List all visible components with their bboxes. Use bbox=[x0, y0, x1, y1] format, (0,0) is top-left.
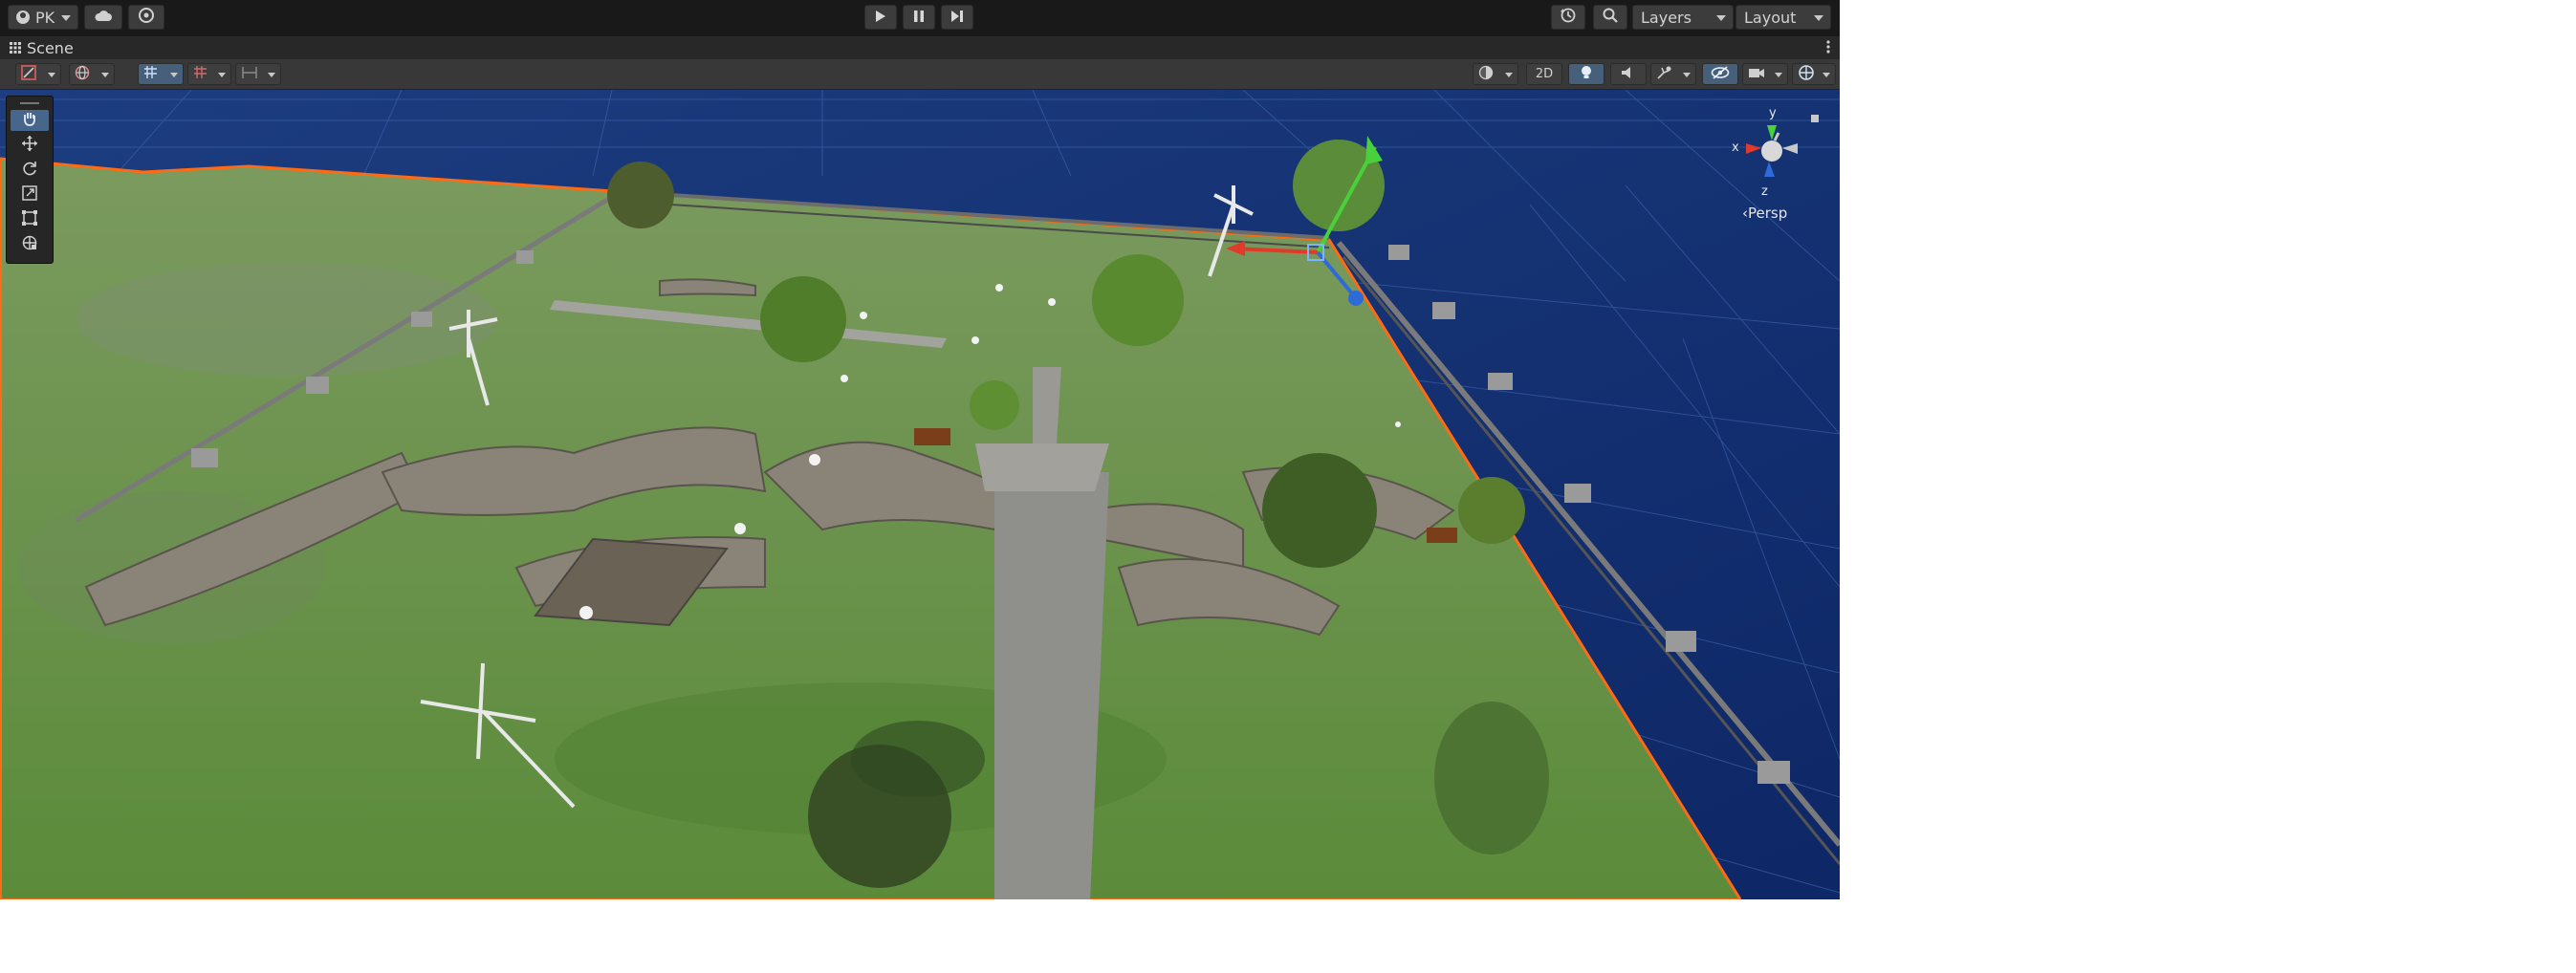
cloud-button[interactable] bbox=[84, 5, 122, 30]
bench bbox=[914, 428, 950, 445]
audio-toggle-button[interactable] bbox=[1610, 63, 1647, 85]
move-tool[interactable] bbox=[11, 135, 49, 156]
rotate-icon bbox=[21, 160, 38, 181]
projection-label[interactable]: ‹Persp bbox=[1742, 205, 1787, 222]
overlay-handle[interactable] bbox=[20, 102, 39, 104]
tab-scene[interactable]: Scene bbox=[10, 38, 74, 57]
search-icon bbox=[1602, 7, 1619, 28]
effects-dropdown[interactable] bbox=[1650, 63, 1696, 85]
render-mode-dropdown[interactable] bbox=[69, 63, 115, 85]
hand-tool[interactable] bbox=[11, 110, 49, 131]
2d-label: 2D bbox=[1535, 67, 1554, 81]
scene-tab-bar: Scene bbox=[0, 36, 1840, 59]
gizmos-dropdown[interactable] bbox=[1792, 63, 1836, 85]
increment-snap-icon bbox=[241, 65, 258, 84]
move-icon bbox=[21, 135, 38, 156]
layout-label: Layout bbox=[1744, 8, 1797, 27]
stone-plaza bbox=[975, 443, 1109, 491]
transform-tool[interactable] bbox=[11, 234, 49, 255]
snap-icon bbox=[143, 65, 161, 84]
play-button[interactable] bbox=[864, 5, 897, 30]
camera-dropdown[interactable] bbox=[1742, 63, 1788, 85]
audio-icon bbox=[1621, 66, 1636, 83]
account-label: PK bbox=[35, 8, 55, 27]
light-bulb-icon bbox=[1580, 65, 1593, 84]
camera-icon bbox=[1748, 66, 1765, 83]
rect-transform-icon bbox=[21, 209, 38, 230]
axis-x-label: x bbox=[1732, 141, 1739, 155]
tools-overlay bbox=[6, 96, 54, 264]
step-button[interactable] bbox=[941, 5, 973, 30]
axis-y-label: y bbox=[1769, 106, 1777, 120]
path-north bbox=[1033, 367, 1061, 443]
eye-slash-icon bbox=[1711, 65, 1730, 83]
scene-visibility-toggle[interactable] bbox=[1702, 63, 1738, 85]
scale-tool[interactable] bbox=[11, 184, 49, 205]
services-icon bbox=[138, 7, 155, 28]
grid-toggle-icon bbox=[193, 65, 210, 84]
pause-icon bbox=[913, 9, 925, 27]
history-icon bbox=[1560, 7, 1577, 28]
hand-icon bbox=[21, 110, 38, 131]
2d-toggle-button[interactable]: 2D bbox=[1526, 63, 1562, 85]
layers-label: Layers bbox=[1641, 8, 1692, 27]
lighting-dropdown[interactable] bbox=[1473, 63, 1518, 85]
grid-snapping-dropdown[interactable] bbox=[138, 63, 184, 85]
layers-dropdown[interactable]: Layers bbox=[1632, 5, 1734, 30]
account-icon bbox=[16, 11, 30, 24]
rotate-tool[interactable] bbox=[11, 160, 49, 181]
step-icon bbox=[950, 9, 964, 27]
grid-visibility-dropdown[interactable] bbox=[187, 63, 231, 85]
play-icon bbox=[875, 9, 886, 27]
pause-button[interactable] bbox=[903, 5, 935, 30]
scene-view-toolbar: 2D bbox=[0, 59, 1840, 90]
increment-snap-dropdown[interactable] bbox=[235, 63, 281, 85]
scene-render bbox=[0, 90, 1840, 899]
gizmo-sphere-icon bbox=[1798, 64, 1815, 85]
transform-icon bbox=[21, 234, 38, 255]
main-toolbar: PK Layers Layout bbox=[0, 0, 1840, 36]
bench-2 bbox=[1427, 528, 1457, 543]
more-options-icon[interactable] bbox=[1826, 39, 1830, 58]
scene-viewport[interactable]: y x z ‹Persp bbox=[0, 90, 1840, 899]
effects-icon bbox=[1656, 65, 1673, 84]
search-button[interactable] bbox=[1593, 5, 1627, 30]
grid-icon bbox=[10, 39, 21, 57]
draw-mode-dropdown[interactable] bbox=[15, 63, 61, 85]
layout-dropdown[interactable]: Layout bbox=[1736, 5, 1831, 30]
shading-mode-icon bbox=[21, 64, 36, 84]
scale-icon bbox=[21, 184, 38, 205]
stone-path bbox=[994, 472, 1109, 899]
rect-tool[interactable] bbox=[11, 209, 49, 230]
axis-z-label: z bbox=[1761, 184, 1768, 199]
lighting-toggle-button[interactable] bbox=[1568, 63, 1605, 85]
unity-editor-window: PK Layers Layout Scene 2D y x z ‹Persp bbox=[0, 0, 1840, 899]
collab-button[interactable] bbox=[128, 5, 164, 30]
account-dropdown[interactable]: PK bbox=[8, 5, 78, 30]
lighting-sphere-icon bbox=[1478, 65, 1494, 84]
cloud-icon bbox=[94, 9, 113, 27]
scene-tab-title: Scene bbox=[27, 38, 74, 57]
globe-icon bbox=[75, 65, 90, 84]
history-button[interactable] bbox=[1551, 5, 1585, 30]
